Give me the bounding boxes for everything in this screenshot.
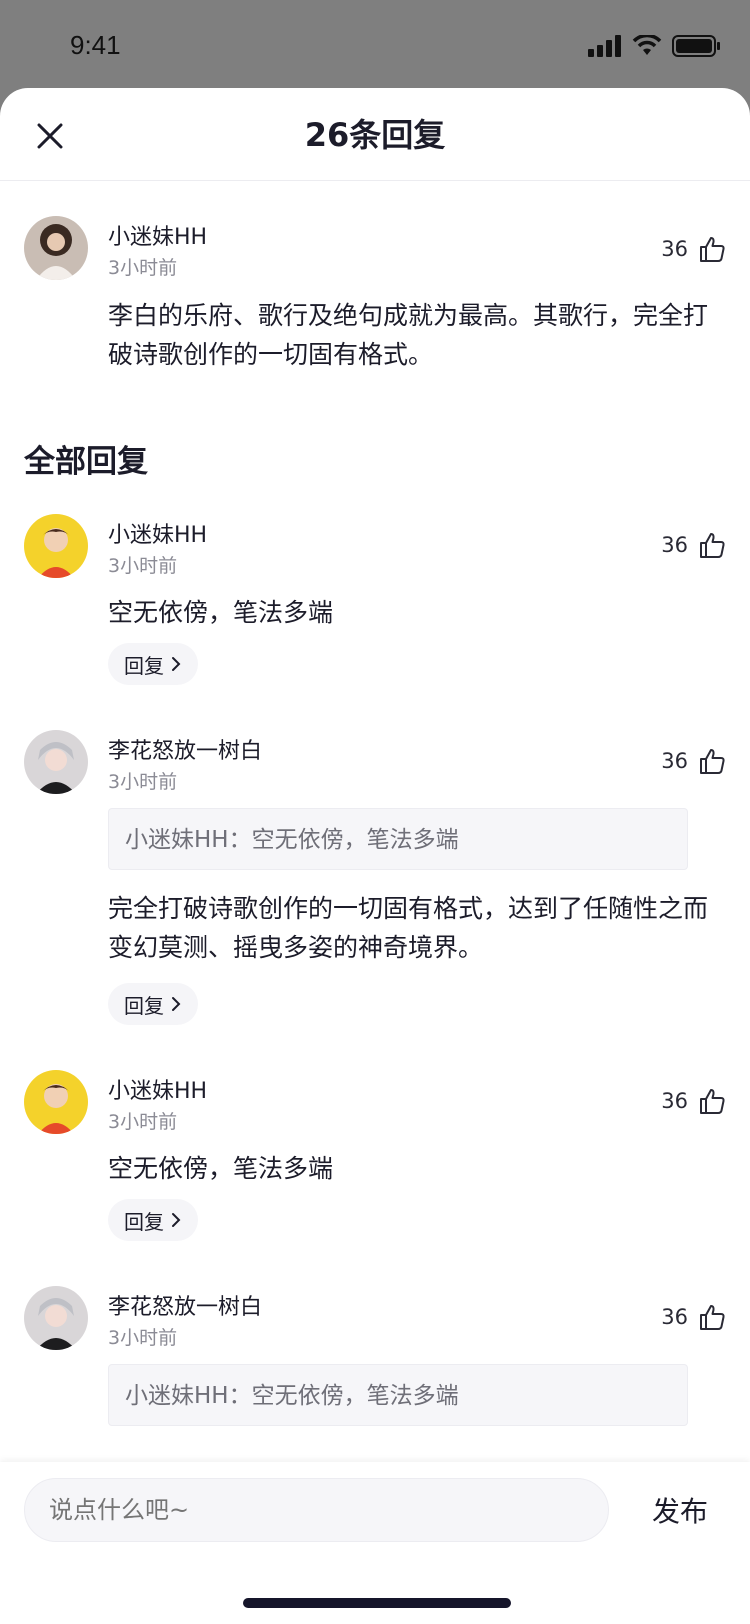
reply-label: 回复 bbox=[124, 993, 164, 1018]
reply-label: 回复 bbox=[124, 653, 164, 678]
comment-text: 完全打破诗歌创作的一切固有格式，达到了任随性之而变幻莫测、摇曳多姿的神奇境界。 bbox=[108, 894, 709, 962]
comment-list[interactable]: 小迷妹HH 3小时前 36 李白的乐府、歌行及绝句成就为最高。其歌行，完全打破诗… bbox=[0, 181, 750, 1551]
chevron-right-icon bbox=[172, 657, 181, 671]
publish-button[interactable]: 发布 bbox=[652, 1490, 708, 1530]
replies-sheet: 26条回复 小迷妹HH 3小时前 36 李白的乐府、歌行及绝句成就为最高。其歌行… bbox=[0, 88, 750, 1624]
quoted-reply: 小迷妹HH：空无依傍，笔法多端 bbox=[108, 808, 688, 870]
comment-input-bar: 发布 bbox=[0, 1462, 750, 1624]
comment-author[interactable]: 小迷妹HH bbox=[108, 1073, 207, 1105]
like-button[interactable]: 36 bbox=[661, 235, 726, 263]
like-count: 36 bbox=[661, 237, 688, 261]
avatar[interactable] bbox=[24, 514, 88, 578]
like-count: 36 bbox=[661, 1305, 688, 1329]
status-bar: 9:41 bbox=[0, 0, 750, 90]
chevron-right-icon bbox=[172, 997, 181, 1011]
reply-button[interactable]: 回复 bbox=[108, 1199, 198, 1241]
comment-time: 3小时前 bbox=[108, 257, 178, 279]
comment-input[interactable] bbox=[24, 1478, 609, 1542]
comment-time: 3小时前 bbox=[108, 771, 178, 793]
reply-button[interactable]: 回复 bbox=[108, 643, 198, 685]
comment-time: 3小时前 bbox=[108, 1327, 178, 1349]
thumbs-up-icon bbox=[700, 749, 725, 774]
battery-icon bbox=[672, 35, 720, 57]
reply-label: 回复 bbox=[124, 1209, 164, 1234]
like-button[interactable]: 36 bbox=[661, 1303, 726, 1331]
comment-text: 李白的乐府、歌行及绝句成就为最高。其歌行，完全打破诗歌创作的一切固有格式。 bbox=[108, 301, 709, 369]
status-time: 9:41 bbox=[70, 30, 121, 60]
like-button[interactable]: 36 bbox=[661, 747, 726, 775]
like-button[interactable]: 36 bbox=[661, 531, 726, 559]
like-button[interactable]: 36 bbox=[661, 1087, 726, 1115]
thumbs-up-icon bbox=[700, 237, 725, 262]
chevron-right-icon bbox=[172, 1213, 181, 1227]
comment-text: 空无依傍，笔法多端 bbox=[108, 598, 334, 627]
comment-time: 3小时前 bbox=[108, 555, 178, 577]
sheet-header: 26条回复 bbox=[0, 88, 750, 181]
avatar[interactable] bbox=[24, 1070, 88, 1134]
like-count: 36 bbox=[661, 749, 688, 773]
wifi-icon bbox=[632, 35, 662, 55]
quoted-reply: 小迷妹HH：空无依傍，笔法多端 bbox=[108, 1364, 688, 1426]
avatar[interactable] bbox=[24, 216, 88, 280]
thumbs-up-icon bbox=[700, 1089, 725, 1114]
page-title: 26条回复 bbox=[304, 116, 446, 154]
signal-icon bbox=[588, 35, 621, 57]
comment-author[interactable]: 李花怒放一树白 bbox=[108, 733, 262, 765]
home-indicator bbox=[243, 1598, 511, 1608]
comment-time: 3小时前 bbox=[108, 1111, 178, 1133]
avatar[interactable] bbox=[24, 730, 88, 794]
comment-text: 空无依傍，笔法多端 bbox=[108, 1154, 334, 1183]
like-count: 36 bbox=[661, 533, 688, 557]
comment-author[interactable]: 小迷妹HH bbox=[108, 517, 207, 549]
thumbs-up-icon bbox=[700, 1305, 725, 1330]
avatar[interactable] bbox=[24, 1286, 88, 1350]
section-title: 全部回复 bbox=[24, 444, 148, 480]
reply-button[interactable]: 回复 bbox=[108, 983, 198, 1025]
thumbs-up-icon bbox=[700, 533, 725, 558]
comment-author[interactable]: 小迷妹HH bbox=[108, 219, 207, 251]
like-count: 36 bbox=[661, 1089, 688, 1113]
comment-author[interactable]: 李花怒放一树白 bbox=[108, 1289, 262, 1321]
